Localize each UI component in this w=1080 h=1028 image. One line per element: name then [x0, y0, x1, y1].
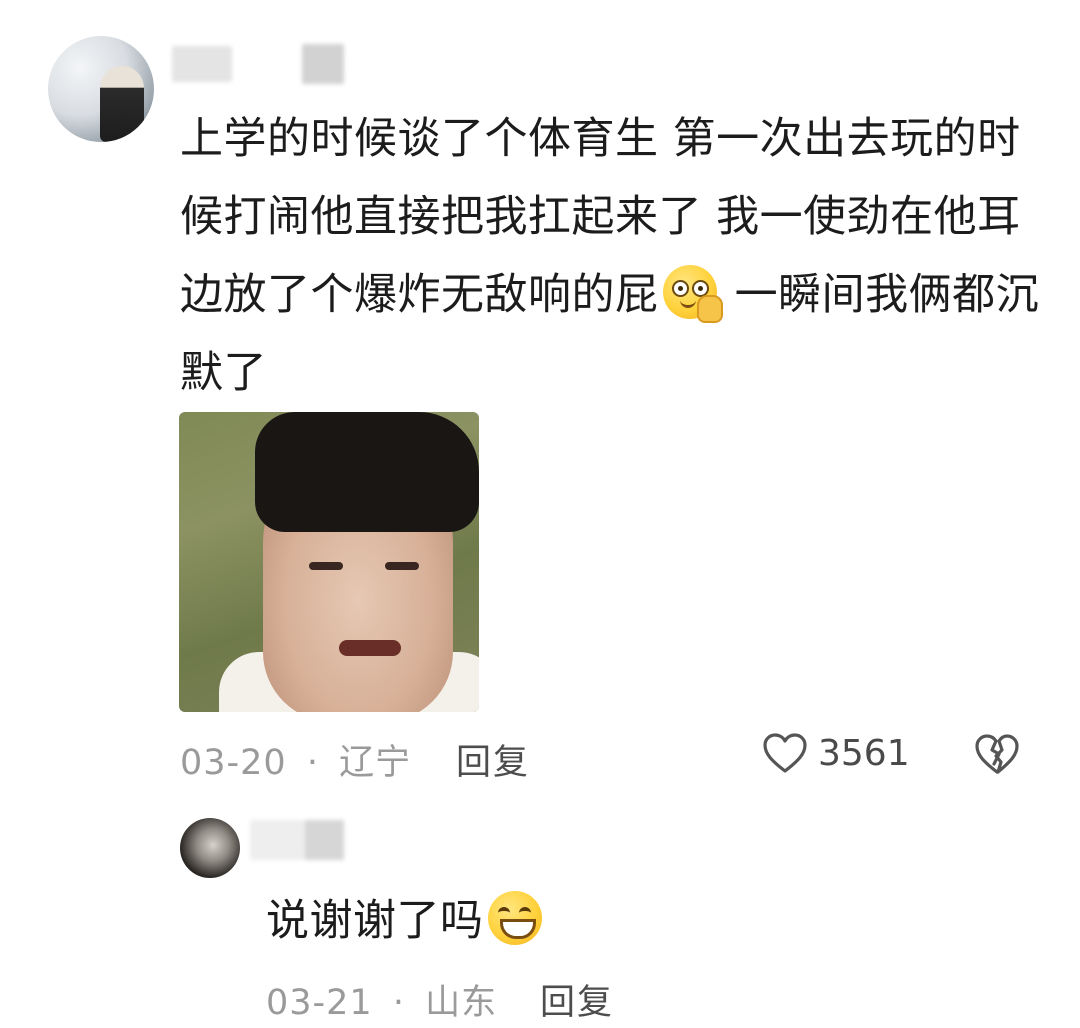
comment-date: 03-20 — [180, 743, 287, 783]
reply-username-redacted-part — [304, 820, 344, 860]
heart-icon[interactable] — [762, 732, 808, 774]
dislike-control[interactable] — [974, 732, 1020, 780]
avatar-figure — [100, 66, 144, 142]
comment-meme-image[interactable] — [179, 412, 479, 712]
comment-meta: 03-20 · 辽宁 — [180, 734, 411, 785]
like-control[interactable]: 3561 — [762, 732, 910, 774]
reply-button[interactable]: 回复 — [456, 734, 530, 785]
reply-reply-button[interactable]: 回复 — [540, 974, 614, 1025]
meme-hair — [255, 412, 479, 532]
reply-body: 说谢谢了吗 — [266, 888, 546, 954]
grinning-face-emoji-icon — [487, 891, 542, 945]
reply-username-redacted[interactable] — [250, 820, 304, 860]
broken-heart-icon[interactable] — [974, 732, 1020, 776]
reply-meta: 03-21 · 山东 — [266, 974, 497, 1025]
reply-date: 03-21 — [266, 983, 373, 1023]
reply-text: 说谢谢了吗 — [266, 896, 484, 946]
meme-eye-right — [385, 562, 419, 570]
commenter-avatar[interactable] — [48, 36, 154, 142]
comment-body: 上学的时候谈了个体育生 第一次出去玩的时候打闹他直接把我扛起来了 我一使劲在他耳… — [180, 100, 1050, 412]
thinking-face-emoji-icon — [662, 265, 723, 323]
meta-separator: · — [306, 743, 319, 783]
replier-avatar[interactable] — [180, 818, 240, 878]
like-count: 3561 — [818, 732, 910, 774]
meta-separator: · — [392, 983, 405, 1023]
reply-location: 山东 — [425, 983, 498, 1023]
username-redacted[interactable] — [172, 46, 232, 82]
meme-eye-left — [309, 562, 343, 570]
meme-lips — [339, 640, 401, 656]
comment-location: 辽宁 — [339, 743, 412, 783]
username-redacted-part — [302, 44, 344, 84]
